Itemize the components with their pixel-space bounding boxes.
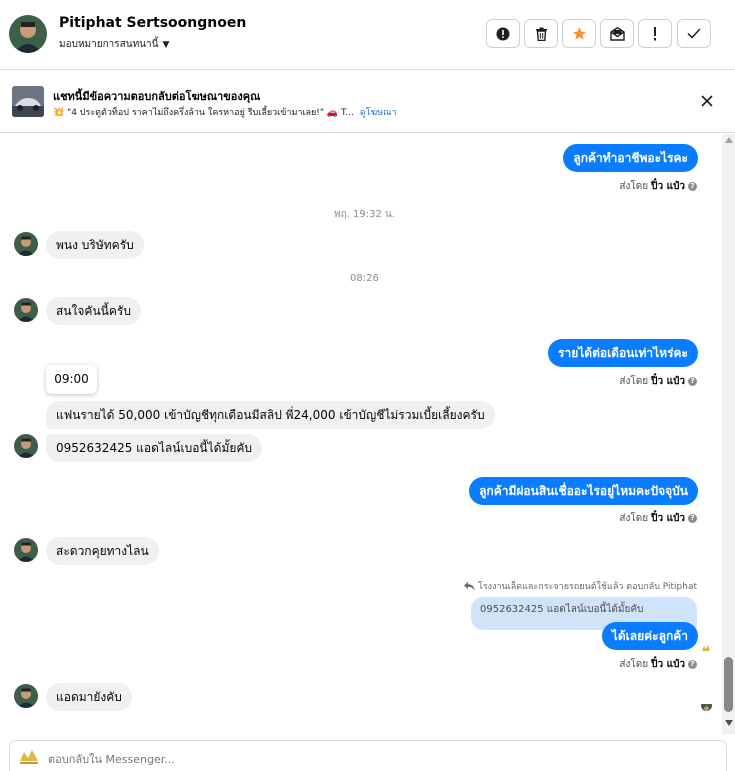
check-icon (687, 28, 701, 39)
contact-name[interactable]: Pitiphat Sertsoongnoen (59, 15, 246, 31)
exclamation-circle-icon (496, 27, 510, 40)
timestamp: 08:26 (350, 273, 379, 284)
mark-unread-button[interactable] (600, 19, 634, 48)
contact-avatar[interactable] (9, 15, 47, 53)
outgoing-message[interactable]: รายได้ต่อเดือนเท่าไหร่คะ (548, 339, 698, 367)
outgoing-message[interactable]: ลูกค้ามีผ่อนสินเชื่ออะไรอยู่ไหมคะปัจจุบั… (469, 477, 698, 505)
help-icon[interactable]: ? (688, 660, 697, 669)
sent-by-name: ปิ๋ว แป๋ว (651, 376, 685, 387)
contact-avatar-small (14, 232, 38, 256)
see-ad-link[interactable]: ดูโฆษณา (360, 108, 397, 118)
sent-by-prefix: ส่งโดย (619, 513, 649, 524)
outgoing-message[interactable]: ลูกค้าทำอาชีพอะไรคะ (563, 144, 698, 172)
incoming-message[interactable]: สนใจคันนี้ครับ (46, 297, 141, 325)
reply-context: โรงงานเล็ดและกระจายรถยนต์ใช้แล้ว ตอบกลับ… (464, 579, 697, 593)
incoming-message[interactable]: 0952632425 แอดไลน์เบอนี้ได้มั้ยคับ (46, 434, 263, 462)
page-logo-icon (18, 748, 40, 770)
contact-avatar-small (14, 538, 38, 562)
banner-title: แชทนี้มีข้อความตอบกลับต่อโฆษณาของคุณ (53, 90, 261, 103)
incoming-message[interactable]: แฟนรายได้ 50,000 เข้าบัญชีทุกเดือนมีสลิป… (46, 401, 495, 429)
scroll-down-arrow[interactable] (725, 720, 733, 726)
mark-done-button[interactable] (677, 19, 711, 48)
incoming-message[interactable]: พนง บริษัทครับ (46, 231, 144, 259)
incoming-message[interactable]: แอดมายังคับ (46, 683, 132, 711)
close-banner-button[interactable] (700, 93, 714, 112)
timestamp: พฤ. 19:32 น. (334, 209, 396, 220)
trash-icon (535, 27, 547, 41)
scrollbar-thumb[interactable] (724, 657, 733, 712)
reply-note-text: โรงงานเล็ดและกระจายรถยนต์ใช้แล้ว ตอบกลับ… (478, 582, 697, 592)
scrollbar-track[interactable] (722, 134, 735, 734)
sent-by-prefix: ส่งโดย (619, 659, 649, 670)
sent-by-prefix: ส่งโดย (619, 181, 649, 192)
exclamation-icon (654, 26, 656, 40)
sent-by-label: ส่งโดย ปิ๋ว แป๋ว ? (619, 657, 697, 672)
delete-button[interactable] (524, 19, 558, 48)
page-logo-icon (701, 637, 711, 656)
ad-thumbnail[interactable] (12, 86, 44, 117)
reply-arrow-icon (464, 581, 475, 590)
envelope-open-icon (609, 26, 625, 41)
sent-by-label: ส่งโดย ปิ๋ว แป๋ว ? (619, 179, 697, 194)
follow-up-button[interactable] (638, 19, 672, 48)
reply-input[interactable] (48, 753, 648, 766)
sent-by-name: ปิ๋ว แป๋ว (651, 659, 685, 670)
assign-label: มอบหมายการสนทนานี้ (59, 39, 159, 50)
ad-reply-banner: แชทนี้มีข้อความตอบกลับต่อโฆษณาของคุณ 💥 "… (0, 70, 735, 133)
scroll-up-arrow[interactable] (725, 137, 733, 143)
incoming-message[interactable]: สะดวกคุยทางไลน (46, 537, 159, 565)
sent-by-label: ส่งโดย ปิ๋ว แป๋ว ? (619, 374, 697, 389)
banner-subtitle: 💥 "4 ประตูตัวท็อป ราคาไม่ถึงครึ่งล้าน ใค… (53, 105, 397, 119)
seen-indicator-avatar (701, 700, 712, 711)
star-icon (572, 27, 586, 40)
help-icon[interactable]: ? (688, 377, 697, 386)
help-icon[interactable]: ? (688, 514, 697, 523)
assign-conversation-dropdown[interactable]: มอบหมายการสนทนานี้ ▼ (59, 37, 169, 52)
sent-by-prefix: ส่งโดย (619, 376, 649, 387)
ad-headline: 💥 "4 ประตูตัวท็อป ราคาไม่ถึงครึ่งล้าน ใค… (53, 108, 354, 118)
sent-by-label: ส่งโดย ปิ๋ว แป๋ว ? (619, 511, 697, 526)
contact-avatar-small (14, 298, 38, 322)
conversation-header: Pitiphat Sertsoongnoen มอบหมายการสนทนานี… (0, 0, 735, 70)
report-spam-button[interactable] (486, 19, 520, 48)
sent-by-name: ปิ๋ว แป๋ว (651, 513, 685, 524)
contact-avatar-small (14, 684, 38, 708)
caret-down-icon: ▼ (162, 39, 170, 50)
help-icon[interactable]: ? (688, 182, 697, 191)
sent-by-name: ปิ๋ว แป๋ว (651, 181, 685, 192)
star-button[interactable] (562, 19, 596, 48)
outgoing-message[interactable]: ได้เลยค่ะลูกค้า (601, 622, 698, 650)
contact-avatar-small (14, 434, 38, 458)
time-tooltip: 09:00 (46, 365, 97, 394)
close-icon (701, 95, 713, 107)
